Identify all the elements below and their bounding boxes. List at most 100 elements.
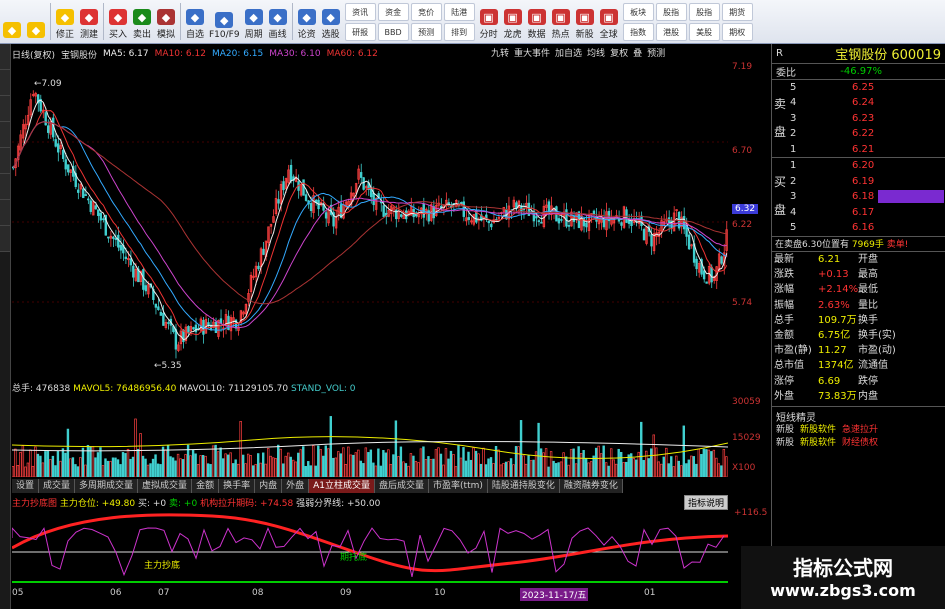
- indicator-tab[interactable]: 设置: [12, 479, 40, 493]
- back-button[interactable]: ◆: [0, 0, 24, 43]
- draw-button[interactable]: ◆ 画线: [266, 0, 290, 43]
- left-tab[interactable]: [0, 96, 10, 122]
- buy-level[interactable]: 3 6.18: [772, 189, 945, 205]
- f10-button[interactable]: ◆ F10/F9: [207, 0, 242, 43]
- chart-tool-button[interactable]: 预测: [647, 46, 665, 59]
- toolbar-mini-button[interactable]: 研报: [344, 23, 376, 41]
- toolbar-mini-button[interactable]: 股指: [688, 3, 720, 21]
- kline-candle: [667, 217, 671, 224]
- indicator-tab[interactable]: 成交量: [39, 479, 76, 493]
- quote-label: 涨幅: [774, 284, 794, 296]
- ma-value: MA20: 6.15: [211, 49, 264, 59]
- indicator-tab[interactable]: 市盈率(ttm): [429, 479, 488, 493]
- chart-tool-button[interactable]: 复权: [610, 46, 628, 59]
- select-button[interactable]: ◆ 选股: [319, 0, 343, 43]
- left-tab[interactable]: [0, 44, 10, 70]
- dragon-button[interactable]: ▣ 龙虎: [501, 0, 525, 43]
- volume-bar: [569, 449, 573, 477]
- volume-bar: [392, 454, 395, 477]
- toolbar-mini-button[interactable]: 预测: [410, 23, 442, 41]
- sell-level[interactable]: 5 6.25: [772, 80, 945, 96]
- indicator-tab[interactable]: 内盘: [255, 479, 283, 493]
- chart-period[interactable]: 日线(复权): [12, 48, 55, 61]
- toolbar-mini-button[interactable]: 美股: [688, 23, 720, 41]
- toolbar-mini-button[interactable]: BBD: [377, 23, 409, 41]
- toolbar-mini-button[interactable]: 板块: [622, 3, 654, 21]
- toolbar-mini-button[interactable]: 竞价: [410, 3, 442, 21]
- globe-button[interactable]: ▣ 全球: [597, 0, 621, 43]
- indicator-tab[interactable]: 外盘: [282, 479, 310, 493]
- kline-chart[interactable]: ←7.09 ←5.35: [12, 62, 728, 380]
- quote-value: [904, 343, 944, 358]
- back-arrow-button[interactable]: ◆: [24, 0, 48, 43]
- buy-level[interactable]: 1 6.20: [772, 158, 945, 174]
- volume-bar: [409, 453, 413, 477]
- indicator-tab[interactable]: 盘后成交量: [375, 479, 430, 493]
- indicator-tab[interactable]: 虚拟成交量: [138, 479, 193, 493]
- test-button[interactable]: ◆ 测建: [77, 0, 101, 43]
- sprite-item[interactable]: 新股 新股软件 急速拉升: [776, 424, 941, 437]
- fix-button[interactable]: ◆ 修正: [53, 0, 77, 43]
- hot-button[interactable]: ▣ 热点: [549, 0, 573, 43]
- star-button[interactable]: ◆ 自选: [183, 0, 207, 43]
- indicator-tab[interactable]: 金额: [192, 479, 220, 493]
- quote-value: 6.21: [818, 254, 841, 265]
- indicator-tab[interactable]: A1立柱成交量: [309, 479, 376, 493]
- sell-level[interactable]: 4 6.24: [772, 95, 945, 111]
- toolbar-mini-button[interactable]: 期权: [721, 23, 753, 41]
- volume-bar: [554, 463, 558, 477]
- indicator-tab[interactable]: 换手率: [219, 479, 256, 493]
- volume-bar: [79, 457, 82, 477]
- data-button[interactable]: ▣ 数据: [525, 0, 549, 43]
- toolbar-mini-button[interactable]: 期货: [721, 3, 753, 21]
- sell-level[interactable]: 2 6.22: [772, 126, 945, 142]
- volume-bar: [564, 456, 568, 477]
- buy-button[interactable]: ◆ 买入: [106, 0, 130, 43]
- sell-button[interactable]: ◆ 卖出: [130, 0, 154, 43]
- kline-candle: [592, 210, 596, 215]
- left-tab[interactable]: [0, 70, 10, 96]
- buy-level[interactable]: 2 6.19: [772, 174, 945, 190]
- toolbar-mini-button[interactable]: 资金: [377, 3, 409, 21]
- indicator-chart[interactable]: 主力抄底 期托底: [12, 508, 728, 588]
- chart-tool-button[interactable]: 均线: [587, 46, 605, 59]
- indicator-tab[interactable]: 融资融券变化: [559, 479, 623, 493]
- info-button[interactable]: ◆ 论资: [295, 0, 319, 43]
- volume-chart[interactable]: [12, 395, 728, 477]
- left-tab[interactable]: [0, 226, 10, 252]
- chart-tool-button[interactable]: 重大事件: [514, 46, 550, 59]
- sprite-item[interactable]: 新股 新股软件 财经债权: [776, 437, 941, 450]
- volume-header: 总手: 476838 MAVOL5: 76486956.40 MAVOL10: …: [12, 381, 356, 394]
- toolbar-mini-button[interactable]: 陆港: [443, 3, 475, 21]
- toolbar-mini-button[interactable]: 排到: [443, 23, 475, 41]
- toolbar-mini-button[interactable]: 港股: [655, 23, 687, 41]
- toolbar-mini-button[interactable]: 指数: [622, 23, 654, 41]
- hot-icon: ▣: [551, 9, 570, 25]
- toolbar-mini-button[interactable]: 资讯: [344, 3, 376, 21]
- chart-tool-button[interactable]: 九转: [491, 46, 509, 59]
- volume-bar: [584, 458, 588, 477]
- buy-level[interactable]: 4 6.17: [772, 205, 945, 221]
- toolbar-mini-button[interactable]: 股指: [655, 3, 687, 21]
- left-tab[interactable]: [0, 122, 10, 148]
- sell-level[interactable]: 3 6.23: [772, 111, 945, 127]
- chart-tool-button[interactable]: 叠: [633, 46, 642, 59]
- left-tab[interactable]: [0, 174, 10, 200]
- left-tab[interactable]: [0, 148, 10, 174]
- left-tab[interactable]: [0, 200, 10, 226]
- newstock-button[interactable]: ▣ 新股: [573, 0, 597, 43]
- buy-level[interactable]: 5 6.16: [772, 220, 945, 236]
- indicator-tab[interactable]: 陆股通持股变化: [487, 479, 560, 493]
- volume-bar: [134, 418, 137, 477]
- period-button[interactable]: ◆ 周期: [242, 0, 266, 43]
- sim-button[interactable]: ◆ 模拟: [154, 0, 178, 43]
- indicator-tab[interactable]: 多周期成交量: [75, 479, 139, 493]
- sell-level[interactable]: 1 6.21: [772, 142, 945, 158]
- quote-tag[interactable]: R: [776, 48, 783, 59]
- volume-bar: [412, 455, 415, 477]
- left-vertical-tabs[interactable]: [0, 44, 11, 609]
- time-button[interactable]: ▣ 分时: [477, 0, 501, 43]
- volume-bar: [256, 453, 260, 477]
- chart-tool-button[interactable]: 加自选: [555, 46, 582, 59]
- volume-bar: [179, 458, 182, 477]
